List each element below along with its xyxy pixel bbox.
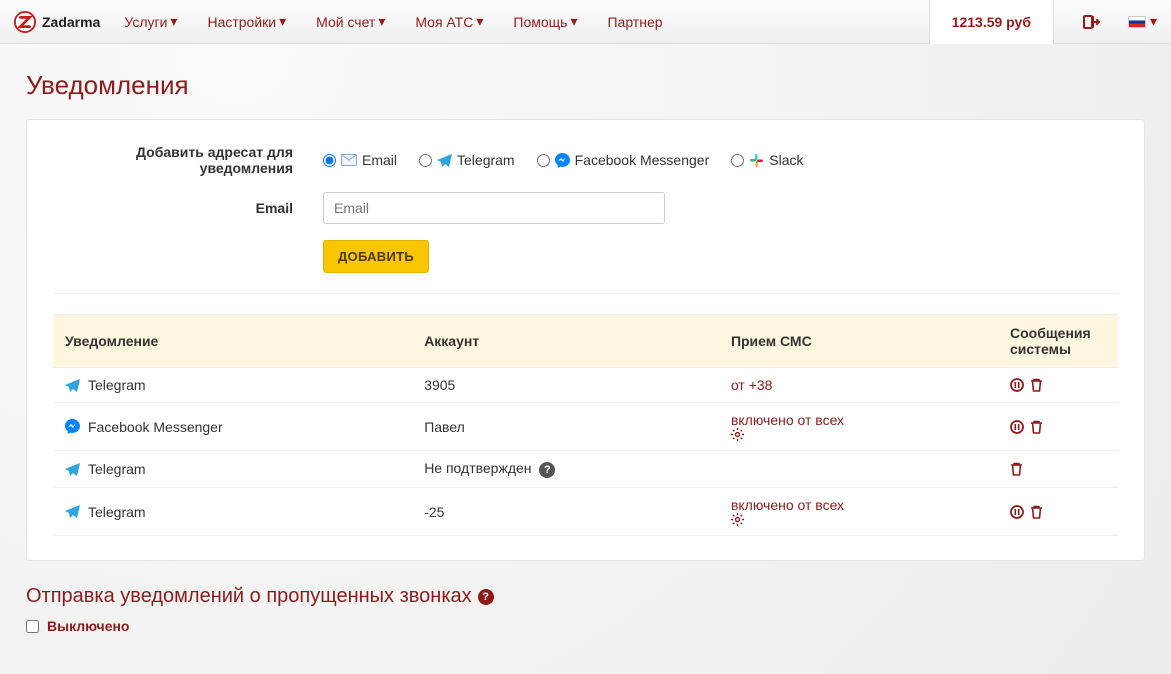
th-sysmsg: Сообщения системы <box>998 315 1118 368</box>
channel-slack-radio[interactable] <box>731 154 744 167</box>
missed-calls-toggle[interactable]: Выключено <box>26 618 1145 634</box>
page-body: Уведомления Добавить адресат для уведомл… <box>0 44 1171 674</box>
email-input[interactable] <box>323 192 665 224</box>
nav-partner[interactable]: Партнер <box>607 14 662 30</box>
caret-down-icon: ▾ <box>378 13 385 30</box>
sms-cell: от +38 <box>719 368 998 403</box>
th-account: Аккаунт <box>412 315 719 368</box>
nav-settings[interactable]: Настройки▾ <box>207 13 286 30</box>
nav-right: ▾ <box>1054 13 1157 30</box>
sms-cell <box>719 451 998 488</box>
channel-fb[interactable]: Facebook Messenger <box>537 152 710 168</box>
gear-icon[interactable] <box>731 513 986 526</box>
caret-down-icon: ▾ <box>170 13 177 30</box>
email-field-label: Email <box>53 200 323 216</box>
trash-icon[interactable] <box>1010 462 1023 476</box>
th-notification: Уведомление <box>53 315 412 368</box>
sms-cell: включено от всех <box>719 403 998 451</box>
slack-icon <box>749 153 764 168</box>
account-cell: 3905 <box>412 368 719 403</box>
logout-button[interactable] <box>1082 14 1100 30</box>
separator <box>53 293 1118 294</box>
email-icon <box>341 154 357 166</box>
add-button[interactable]: ДОБАВИТЬ <box>323 240 429 273</box>
lang-switch[interactable]: ▾ <box>1128 13 1157 30</box>
pause-icon[interactable] <box>1010 420 1024 434</box>
service-name: Facebook Messenger <box>88 419 223 435</box>
page-title: Уведомления <box>26 70 1145 101</box>
account-cell: -25 <box>412 488 719 536</box>
nav-account[interactable]: Мой счет▾ <box>316 13 385 30</box>
service-name: Telegram <box>88 461 146 477</box>
table-row: Telegram 3905 от +38 <box>53 368 1118 403</box>
table-row: Facebook Messenger Павел включено от всех <box>53 403 1118 451</box>
sms-setting-link[interactable]: включено от всех <box>731 412 844 428</box>
channel-email[interactable]: Email <box>323 152 397 168</box>
gear-icon[interactable] <box>731 428 986 441</box>
table-row: Telegram Не подтвержден ? <box>53 451 1118 488</box>
navbar: Zadarma Услуги▾ Настройки▾ Мой счет▾ Моя… <box>0 0 1171 44</box>
missed-calls-state: Выключено <box>47 618 129 634</box>
actions-cell <box>998 403 1118 451</box>
notifications-panel: Добавить адресат для уведомления Email T… <box>26 119 1145 561</box>
nav-menu: Услуги▾ Настройки▾ Мой счет▾ Моя АТС▾ По… <box>124 13 928 30</box>
channel-slack[interactable]: Slack <box>731 152 803 168</box>
add-recipient-label: Добавить адресат для уведомления <box>53 144 323 176</box>
notifications-table: Уведомление Аккаунт Прием СМС Сообщения … <box>53 314 1118 536</box>
help-icon[interactable]: ? <box>478 589 494 605</box>
pause-icon[interactable] <box>1010 505 1024 519</box>
service-name: Telegram <box>88 377 146 393</box>
actions-cell <box>998 451 1118 488</box>
missed-calls-checkbox[interactable] <box>26 620 39 633</box>
channel-radio-group: Email Telegram Facebook Messenger Slack <box>323 152 803 168</box>
trash-icon[interactable] <box>1030 378 1043 392</box>
channel-telegram-radio[interactable] <box>419 154 432 167</box>
sms-setting-link[interactable]: от +38 <box>731 377 773 393</box>
actions-cell <box>998 368 1118 403</box>
trash-icon[interactable] <box>1030 420 1043 434</box>
help-icon[interactable]: ? <box>539 462 555 478</box>
caret-down-icon: ▾ <box>279 13 286 30</box>
trash-icon[interactable] <box>1030 505 1043 519</box>
caret-down-icon: ▾ <box>1150 13 1157 30</box>
account-cell: Павел <box>412 403 719 451</box>
sms-setting-link[interactable]: включено от всех <box>731 497 844 513</box>
brand-logo[interactable]: Zadarma <box>14 11 100 33</box>
brand-name: Zadarma <box>42 14 100 30</box>
telegram-icon <box>65 505 80 518</box>
table-row: Telegram -25 включено от всех <box>53 488 1118 536</box>
actions-cell <box>998 488 1118 536</box>
messenger-icon <box>555 153 570 168</box>
service-name: Telegram <box>88 504 146 520</box>
account-cell: Не подтвержден ? <box>412 451 719 488</box>
nav-pbx[interactable]: Моя АТС▾ <box>415 13 483 30</box>
logout-icon <box>1082 14 1100 30</box>
channel-telegram[interactable]: Telegram <box>419 152 515 168</box>
nav-help[interactable]: Помощь▾ <box>513 13 577 30</box>
flag-ru-icon <box>1128 16 1146 28</box>
telegram-icon <box>437 154 452 167</box>
nav-services[interactable]: Услуги▾ <box>124 13 177 30</box>
missed-calls-title: Отправка уведомлений о пропущенных звонк… <box>26 585 1145 608</box>
channel-email-radio[interactable] <box>323 154 336 167</box>
telegram-icon <box>65 379 80 392</box>
telegram-icon <box>65 463 80 476</box>
caret-down-icon: ▾ <box>476 13 483 30</box>
caret-down-icon: ▾ <box>570 13 577 30</box>
zadarma-logo-icon <box>14 11 36 33</box>
sms-cell: включено от всех <box>719 488 998 536</box>
balance[interactable]: 1213.59 руб <box>929 0 1054 44</box>
pause-icon[interactable] <box>1010 378 1024 392</box>
th-sms: Прием СМС <box>719 315 998 368</box>
channel-fb-radio[interactable] <box>537 154 550 167</box>
fb-icon <box>65 419 80 434</box>
